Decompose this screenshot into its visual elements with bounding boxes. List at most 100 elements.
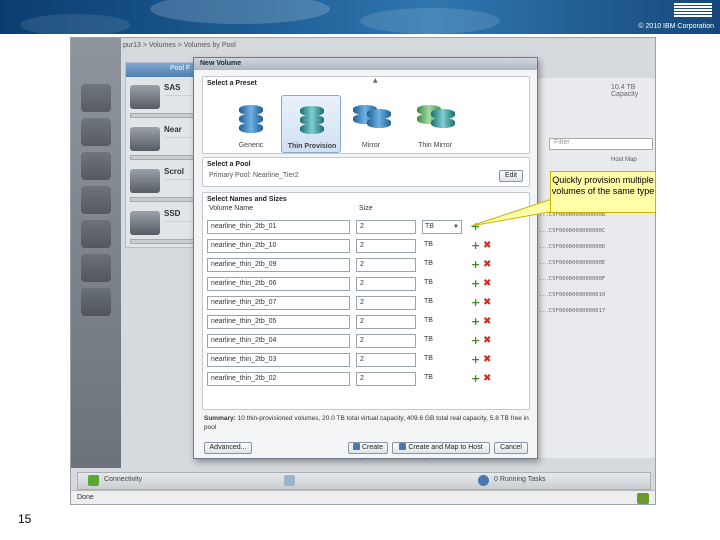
volume-row: nearline_thin_2tb_01 2 TB ▼ + (207, 220, 527, 235)
size-input[interactable]: 2 (356, 353, 416, 367)
cancel-button[interactable]: Cancel (494, 442, 528, 454)
volumes-icon[interactable] (81, 186, 111, 214)
unit-label[interactable]: TB (422, 258, 462, 272)
x-icon[interactable]: ✖ (483, 373, 493, 384)
new-volume-dialog: New Volume Select a Preset ▲ Generic Thi… (193, 57, 538, 459)
volume-name-input[interactable]: nearline_thin_2tb_10 (207, 239, 350, 253)
breadcrumb: pur13 > Volumes > Volumes by Pool (123, 42, 236, 49)
preset-thin-mirror[interactable]: Thin Mirror (407, 95, 463, 153)
plus-icon[interactable]: + (471, 335, 481, 346)
edit-pool-button[interactable]: Edit (499, 170, 523, 182)
size-input[interactable]: 2 (356, 315, 416, 329)
volume-row: nearline_thin_2tb_09 2 TB + ✖ (207, 258, 527, 273)
copyright-text: © 2010 IBM Corporation (638, 23, 714, 30)
map-icon (399, 443, 407, 450)
pool-details (164, 179, 194, 193)
home-icon[interactable] (81, 84, 111, 112)
volume-name-input[interactable]: nearline_thin_2tb_02 (207, 372, 350, 386)
unit-label[interactable]: TB (422, 277, 462, 291)
preset-thin-provision[interactable]: Thin Provision (281, 95, 341, 153)
size-input[interactable]: 2 (356, 296, 416, 310)
size-input[interactable]: 2 (356, 372, 416, 386)
tasks-icon[interactable] (478, 475, 489, 486)
capacity-icon[interactable] (284, 475, 295, 486)
table-row[interactable]: ...C5F0000000000000D (539, 242, 655, 253)
pool-item[interactable]: SAS (130, 81, 196, 119)
plus-icon[interactable]: + (471, 259, 481, 270)
filter-input[interactable]: Filter (549, 138, 653, 150)
size-input[interactable]: 2 (356, 277, 416, 291)
size-input[interactable]: 2 (356, 334, 416, 348)
pool-capacity-bar (130, 197, 194, 202)
hosts-icon[interactable] (81, 220, 111, 248)
unit-select[interactable]: TB ▼ (422, 220, 462, 234)
create-and-map-button[interactable]: Create and Map to Host (392, 442, 490, 454)
volume-name-input[interactable]: nearline_thin_2tb_07 (207, 296, 350, 310)
disk-icon (130, 127, 160, 151)
advanced-button[interactable]: Advanced... (204, 442, 252, 454)
size-input[interactable]: 2 (356, 258, 416, 272)
callout-box: Quickly provision multiple volumes of th… (550, 171, 656, 213)
summary-label: Summary: (204, 415, 236, 422)
unit-label[interactable]: TB (422, 239, 462, 253)
plus-icon[interactable]: + (471, 297, 481, 308)
table-row[interactable]: ...C5F0000000000000C (539, 226, 655, 237)
running-tasks-label[interactable]: 0 Running Tasks (494, 476, 546, 483)
scroll-up-icon[interactable]: ▲ (373, 77, 378, 84)
unit-label[interactable]: TB (422, 296, 462, 310)
x-icon[interactable]: ✖ (483, 316, 493, 327)
create-button[interactable]: Create (348, 442, 388, 454)
unit-value: TB (425, 223, 434, 230)
size-header: Size (359, 205, 373, 212)
x-icon[interactable]: ✖ (483, 354, 493, 365)
access-icon[interactable] (81, 254, 111, 282)
pool-label: Scrol (164, 167, 185, 176)
volume-name-input[interactable]: nearline_thin_2tb_01 (207, 220, 350, 234)
unit-label[interactable]: TB (422, 334, 462, 348)
settings-icon[interactable] (81, 288, 111, 316)
slide: © 2010 IBM Corporation pur13 > Volumes >… (0, 0, 720, 540)
table-row[interactable]: ...C5F00000000000010 (539, 290, 655, 301)
unit-label[interactable]: TB (422, 315, 462, 329)
unit-label[interactable]: TB (422, 353, 462, 367)
volume-name-input[interactable]: nearline_thin_2tb_04 (207, 334, 350, 348)
pool-panel: Pool F SAS Near Scrol SSD (125, 62, 199, 248)
x-icon[interactable]: ✖ (483, 297, 493, 308)
volume-name-input[interactable]: nearline_thin_2tb_09 (207, 258, 350, 272)
plus-icon[interactable]: + (471, 240, 481, 251)
navigation-dock (71, 38, 121, 468)
x-icon[interactable]: ✖ (483, 335, 493, 346)
preset-mirror[interactable]: Mirror (343, 95, 399, 153)
plus-icon[interactable]: + (471, 278, 481, 289)
table-row[interactable]: ...C5F00000000000017 (539, 306, 655, 317)
unit-label[interactable]: TB (422, 372, 462, 386)
disk-icon (130, 211, 160, 235)
plus-icon[interactable]: + (471, 221, 481, 232)
table-row[interactable]: ...C5F0000000000000F (539, 274, 655, 285)
plus-icon[interactable]: + (471, 316, 481, 327)
create-map-label: Create and Map to Host (408, 444, 483, 451)
preset-generic[interactable]: Generic (223, 95, 279, 153)
pools-icon[interactable] (81, 152, 111, 180)
x-icon[interactable]: ✖ (483, 278, 493, 289)
pool-item[interactable]: SSD (130, 207, 196, 245)
x-icon[interactable]: ✖ (483, 259, 493, 270)
connectivity-icon[interactable] (88, 475, 99, 486)
size-input[interactable]: 2 (356, 239, 416, 253)
table-row[interactable]: ...C5F0000000000000E (539, 258, 655, 269)
summary-value: 10 thin-provisioned volumes, 20.0 TB tot… (204, 415, 529, 431)
capacity-label: 10.4 TB Capacity (611, 84, 639, 98)
pool-item[interactable]: Scrol (130, 165, 196, 203)
monitoring-icon[interactable] (81, 118, 111, 146)
size-input[interactable]: 2 (356, 220, 416, 234)
plus-icon[interactable]: + (471, 373, 481, 384)
header-cloud (150, 0, 330, 24)
volume-name-input[interactable]: nearline_thin_2tb_03 (207, 353, 350, 367)
pool-capacity-bar (130, 155, 194, 160)
volume-name-input[interactable]: nearline_thin_2tb_06 (207, 277, 350, 291)
connectivity-label[interactable]: Connectivity (104, 476, 142, 483)
volume-name-input[interactable]: nearline_thin_2tb_05 (207, 315, 350, 329)
x-icon[interactable]: ✖ (483, 240, 493, 251)
plus-icon[interactable]: + (471, 354, 481, 365)
pool-item[interactable]: Near (130, 123, 196, 161)
